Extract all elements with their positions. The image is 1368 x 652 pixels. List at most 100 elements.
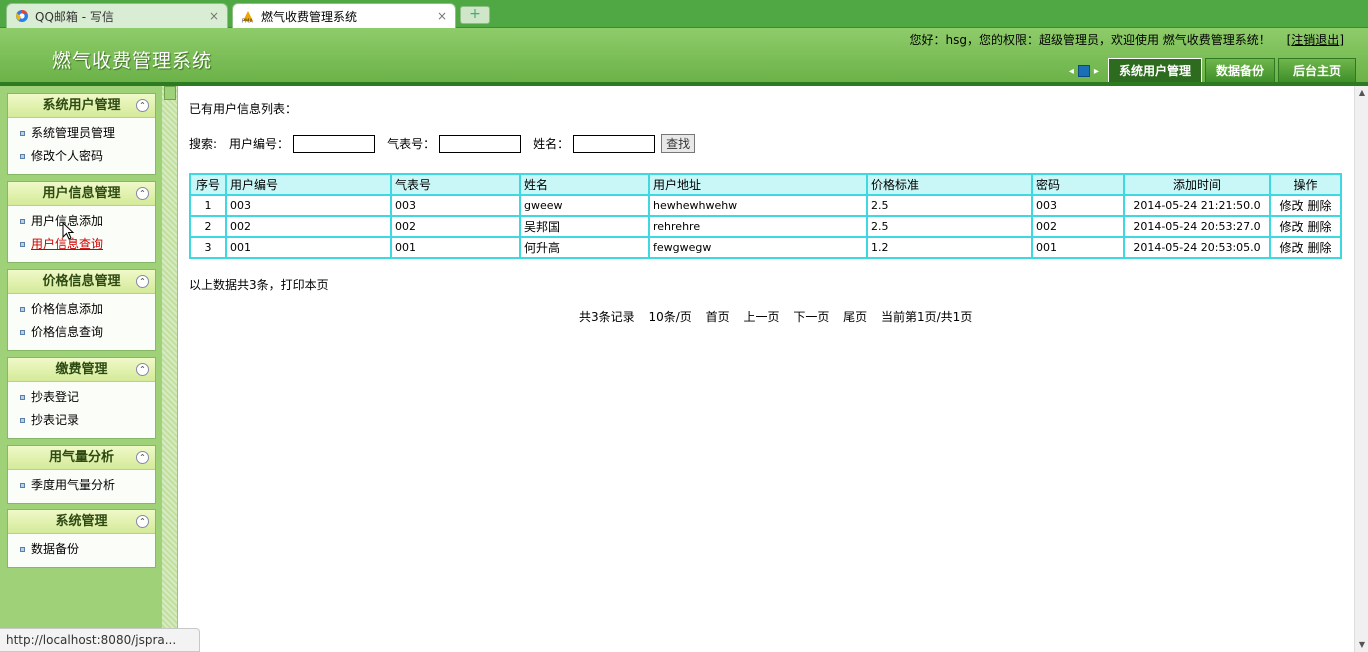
edit-link[interactable]: 修改 [1279,199,1303,213]
delete-link[interactable]: 删除 [1308,199,1332,213]
sidebar-item-price-query[interactable]: 价格信息查询 [8,321,155,344]
col-header: 姓名 [519,173,650,196]
delete-link[interactable]: 删除 [1308,241,1332,255]
search-button[interactable]: 查找 [661,134,696,153]
tab-close-icon[interactable]: × [209,9,219,23]
actions-cell: 修改 删除 [1269,194,1342,217]
sidebar-item-user-query[interactable]: 用户信息查询 [8,233,155,256]
actions-cell: 修改 删除 [1269,215,1342,238]
meter-no-label: 气表号： [387,137,436,151]
pager-current: 当前第1页/共1页 [881,310,973,324]
delete-link[interactable]: 删除 [1308,220,1332,234]
sidebar-item-price-add[interactable]: 价格信息添加 [8,298,155,321]
list-title: 已有用户信息列表： [189,102,298,116]
table-row: 3 001 001 何升高 fewgwegw 1.2 001 2014-05-2… [189,236,1342,259]
sidebar-item-user-add[interactable]: 用户信息添加 [8,210,155,233]
cell: 2.5 [866,215,1033,238]
edit-link[interactable]: 修改 [1279,220,1303,234]
pager-last[interactable]: 尾页 [843,310,867,324]
nav-data-backup[interactable]: 数据备份 [1204,58,1275,82]
nav-prev-icon[interactable]: ◂ [1069,66,1074,77]
bullet-icon [20,307,25,312]
sidebar-item-label: 系统管理员管理 [31,126,116,140]
user-table: 序号 用户编号 气表号 姓名 用户地址 价格标准 密码 添加时间 操作 1 00… [189,173,1342,259]
pager-first[interactable]: 首页 [706,310,730,324]
sidebar-toggle-button[interactable] [164,86,176,100]
logout-link[interactable]: 注销退出 [1291,33,1339,47]
cell: gweew [519,194,650,217]
sidebar-item-label: 抄表登记 [31,390,80,404]
cell: 吴邦国 [519,215,650,238]
tab-title: QQ邮箱 - 写信 [35,9,114,24]
nav-next-icon[interactable]: ▸ [1094,66,1099,77]
panel-title: 缴费管理 [55,362,108,377]
sidebar-panel-user-info: 用户信息管理 ⌃ 用户信息添加 用户信息查询 [7,181,156,263]
cell: 2014-05-24 21:21:50.0 [1123,194,1271,217]
col-header: 操作 [1269,173,1342,196]
panel-header[interactable]: 用户信息管理 ⌃ [8,182,155,206]
bracket-close: ] [1339,33,1344,47]
edit-link[interactable]: 修改 [1279,241,1303,255]
mouse-cursor-icon [62,222,74,240]
sidebar-item-label: 季度用气量分析 [31,478,116,492]
bullet-icon [20,483,25,488]
cell: 1.2 [866,236,1033,259]
cell: 何升高 [519,236,650,259]
collapse-icon[interactable]: ⌃ [136,187,149,200]
user-no-label: 用户编号： [229,137,290,151]
nav-system-user-management[interactable]: 系统用户管理 [1107,58,1202,82]
pager-total: 共3条记录 [579,310,635,324]
pager-next[interactable]: 下一页 [793,310,829,324]
tab-close-icon[interactable]: × [437,9,447,23]
nav-arrows: ◂ ▸ [1069,60,1099,82]
table-row: 1 003 003 gweew hewhewhwehw 2.5 003 2014… [189,194,1342,217]
collapse-icon[interactable]: ⌃ [136,515,149,528]
cell: 2.5 [866,194,1033,217]
name-input[interactable] [573,134,656,153]
sidebar: 系统用户管理 ⌃ 系统管理员管理 修改个人密码 用户信息管理 ⌃ 用户信息添加 用户… [0,86,162,652]
panel-title: 系统用户管理 [42,98,121,113]
sidebar-item-change-password[interactable]: 修改个人密码 [8,145,155,168]
pager-prev[interactable]: 上一页 [743,310,779,324]
panel-header[interactable]: 系统用户管理 ⌃ [8,94,155,118]
scroll-up-icon[interactable]: ▲ [1357,88,1367,98]
meter-no-input[interactable] [439,134,522,153]
vertical-scrollbar[interactable]: ▲ ▼ [1354,86,1368,652]
collapse-icon[interactable]: ⌃ [136,451,149,464]
nav-admin-home[interactable]: 后台主页 [1277,58,1356,82]
panel-header[interactable]: 价格信息管理 ⌃ [8,270,155,294]
new-tab-button[interactable]: + [460,6,490,24]
sidebar-item-meter-register[interactable]: 抄表登记 [8,386,155,409]
app-header: 燃气收费管理系统 您好：hsg，您的权限：超级管理员，欢迎使用 燃气收费管理系统… [0,28,1368,82]
scroll-down-icon[interactable]: ▼ [1357,640,1367,650]
pma-favicon-icon: PMA [241,9,255,23]
panel-header[interactable]: 缴费管理 ⌃ [8,358,155,382]
browser-tab-gas-system[interactable]: PMA 燃气收费管理系统 × [232,3,456,28]
sidebar-panel-price-info: 价格信息管理 ⌃ 价格信息添加 价格信息查询 [7,269,156,351]
pager-page-size: 10条/页 [648,310,692,324]
panel-title: 用户信息管理 [42,186,121,201]
collapse-icon[interactable]: ⌃ [136,99,149,112]
cell: 003 [1031,194,1125,217]
chrome-favicon-icon [15,9,29,23]
cell: hewhewhwehw [648,194,868,217]
cell: 003 [225,194,392,217]
browser-tab-qqmail[interactable]: QQ邮箱 - 写信 × [6,3,228,28]
sidebar-item-meter-records[interactable]: 抄表记录 [8,409,155,432]
cell: 003 [390,194,521,217]
sidebar-item-quarterly-analysis[interactable]: 季度用气量分析 [8,474,155,497]
panel-header[interactable]: 用气量分析 ⌃ [8,446,155,470]
sidebar-item-data-backup[interactable]: 数据备份 [8,538,155,561]
panel-header[interactable]: 系统管理 ⌃ [8,510,155,534]
welcome-message: 您好：hsg，您的权限：超级管理员，欢迎使用 燃气收费管理系统！ [注销退出] [909,31,1344,48]
cell: fewgwegw [648,236,868,259]
cell: 3 [189,236,227,259]
user-no-input[interactable] [293,134,376,153]
cell: 2014-05-24 20:53:05.0 [1123,236,1271,259]
search-bar: 搜索: 用户编号： 气表号： 姓名： 查找 [189,134,696,153]
welcome-text: 您好：hsg，您的权限：超级管理员，欢迎使用 燃气收费管理系统！ [909,33,1271,47]
sidebar-splitter[interactable] [162,86,178,652]
collapse-icon[interactable]: ⌃ [136,363,149,376]
sidebar-item-admin-management[interactable]: 系统管理员管理 [8,122,155,145]
collapse-icon[interactable]: ⌃ [136,275,149,288]
